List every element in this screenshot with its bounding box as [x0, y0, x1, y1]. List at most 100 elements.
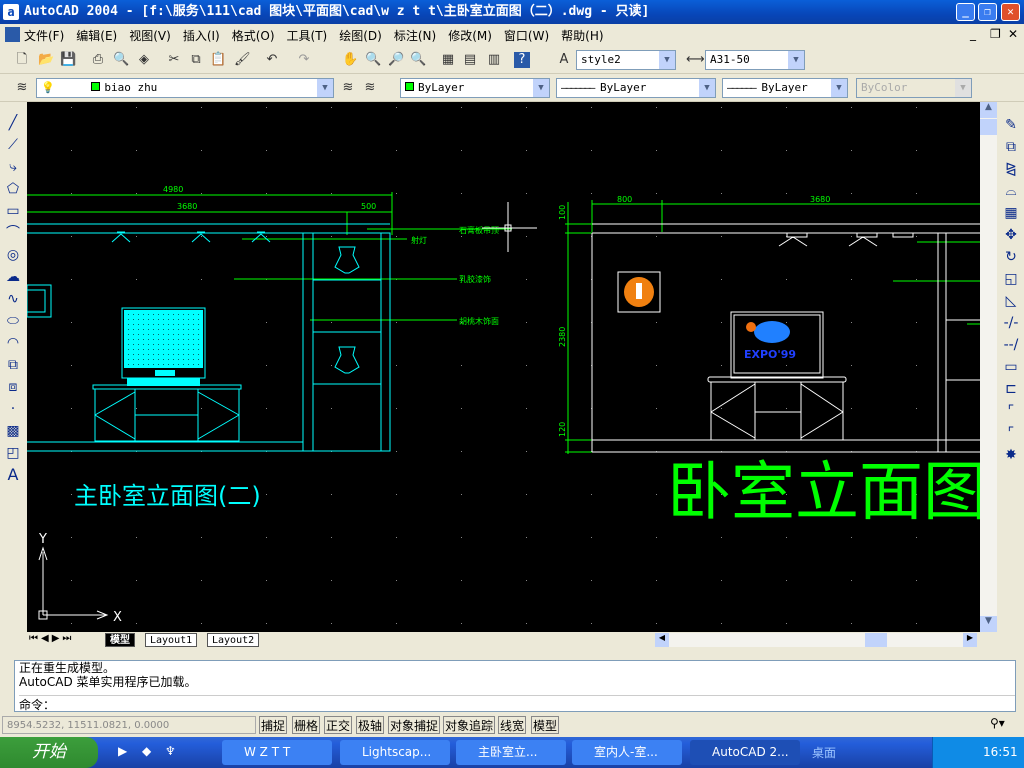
- model-toggle[interactable]: 模型: [531, 716, 560, 734]
- arc-icon[interactable]: ⌒: [4, 224, 22, 242]
- tab-layout2[interactable]: Layout2: [207, 633, 260, 647]
- menu-dimension[interactable]: 标注(N): [394, 27, 436, 44]
- grid-toggle[interactable]: 栅格: [292, 716, 321, 734]
- task-lightscape[interactable]: Lightscap...: [340, 740, 450, 765]
- hatch-icon[interactable]: ▩: [4, 422, 22, 440]
- polyline-icon[interactable]: ⤷: [4, 158, 22, 176]
- fillet-icon[interactable]: ⌜: [1002, 424, 1020, 442]
- chevron-down-icon[interactable]: ▼: [831, 79, 847, 97]
- point-icon[interactable]: ·: [4, 400, 22, 418]
- layer-select[interactable]: 💡 biao zhu ▼: [36, 78, 334, 98]
- task-image-viewer[interactable]: 主卧室立...: [456, 740, 566, 765]
- preview-icon[interactable]: 🔍: [113, 52, 129, 68]
- scroll-left-icon[interactable]: ◀: [655, 633, 669, 647]
- scroll-up-icon[interactable]: ▲: [980, 102, 997, 118]
- array-icon[interactable]: ▦: [1002, 204, 1020, 222]
- design-center-icon[interactable]: ▤: [462, 52, 478, 68]
- offset-icon[interactable]: ⌓: [1002, 182, 1020, 200]
- quicklaunch-icon[interactable]: ♆: [165, 744, 176, 758]
- command-window[interactable]: 正在重生成模型。 AutoCAD 菜单实用程序已加载。 命令：: [14, 660, 1016, 712]
- horizontal-scroll-thumb[interactable]: [865, 633, 887, 647]
- rotate-icon[interactable]: ↻: [1002, 248, 1020, 266]
- line-icon[interactable]: ╱: [4, 114, 22, 132]
- start-button[interactable]: 开始: [0, 737, 98, 768]
- desktop-toolbar[interactable]: 桌面: [812, 744, 836, 761]
- quicklaunch-icon[interactable]: ◆: [142, 744, 151, 758]
- menu-tools[interactable]: 工具(T): [287, 27, 328, 44]
- menu-edit[interactable]: 编辑(E): [76, 27, 117, 44]
- layer-previous-icon[interactable]: ≋: [362, 80, 378, 96]
- document-icon[interactable]: [5, 27, 20, 42]
- vertical-scroll-thumb[interactable]: [980, 119, 997, 135]
- menu-file[interactable]: 文件(F): [24, 27, 64, 44]
- save-icon[interactable]: 💾: [60, 52, 76, 68]
- revision-cloud-icon[interactable]: ☁: [4, 268, 22, 286]
- communication-center-icon[interactable]: ⚲▾: [990, 716, 1005, 730]
- task-browser[interactable]: 室内人-室...: [572, 740, 682, 765]
- move-icon[interactable]: ✥: [1002, 226, 1020, 244]
- minimize-button[interactable]: _: [956, 3, 975, 21]
- restore-button[interactable]: ❐: [978, 3, 997, 21]
- insert-block-icon[interactable]: ⧉: [4, 356, 22, 374]
- menu-modify[interactable]: 修改(M): [448, 27, 492, 44]
- chevron-down-icon[interactable]: ▼: [788, 51, 804, 69]
- menu-draw[interactable]: 绘图(D): [339, 27, 382, 44]
- text-style-select[interactable]: style2 ▼: [576, 50, 676, 70]
- explode-icon[interactable]: ✸: [1002, 446, 1020, 464]
- paste-icon[interactable]: 📋: [210, 52, 226, 68]
- zoom-realtime-icon[interactable]: 🔍: [365, 52, 381, 68]
- clock[interactable]: 16:51: [983, 745, 1018, 759]
- ortho-toggle[interactable]: 正交: [324, 716, 353, 734]
- copy-object-icon[interactable]: ⧉: [1002, 138, 1020, 156]
- scale-icon[interactable]: ◱: [1002, 270, 1020, 288]
- drawing-canvas[interactable]: 4980 3680 500 石膏板吊顶 射灯 乳胶漆饰 胡桃木饰面 主卧室立面图…: [27, 102, 980, 632]
- multiline-text-icon[interactable]: A: [4, 466, 22, 484]
- tool-palettes-icon[interactable]: ▥: [486, 52, 502, 68]
- scroll-right-icon[interactable]: ▶: [963, 633, 977, 647]
- trim-icon[interactable]: -/-: [1002, 314, 1020, 332]
- snap-toggle[interactable]: 捕捉: [259, 716, 288, 734]
- zoom-previous-icon[interactable]: 🔍: [410, 52, 426, 68]
- chamfer-icon[interactable]: ⌜: [1002, 402, 1020, 420]
- chevron-down-icon[interactable]: ▼: [699, 79, 715, 97]
- extend-icon[interactable]: --/: [1002, 336, 1020, 354]
- menu-help[interactable]: 帮助(H): [561, 27, 603, 44]
- break-icon[interactable]: ▭: [1002, 358, 1020, 376]
- doc-close-icon[interactable]: ✕: [1008, 27, 1018, 41]
- circle-icon[interactable]: ◎: [4, 246, 22, 264]
- color-select[interactable]: ByLayer ▼: [400, 78, 550, 98]
- cut-icon[interactable]: ✂: [166, 52, 182, 68]
- spline-icon[interactable]: ∿: [4, 290, 22, 308]
- make-block-icon[interactable]: ⧈: [4, 378, 22, 396]
- scroll-down-icon[interactable]: ▼: [980, 616, 997, 632]
- media-player-icon[interactable]: ▶: [118, 744, 127, 758]
- doc-restore-icon[interactable]: ❐: [990, 27, 1001, 41]
- match-properties-icon[interactable]: 🖌: [234, 52, 251, 68]
- lineweight-select[interactable]: —————— ByLayer ▼: [722, 78, 848, 98]
- chevron-down-icon[interactable]: ▼: [659, 51, 675, 69]
- menu-view[interactable]: 视图(V): [129, 27, 171, 44]
- join-icon[interactable]: ⊏: [1002, 380, 1020, 398]
- chevron-down-icon[interactable]: ▼: [317, 79, 333, 97]
- properties-icon[interactable]: ▦: [440, 52, 456, 68]
- otrack-toggle[interactable]: 对象追踪: [443, 716, 496, 734]
- zoom-window-icon[interactable]: 🔎: [388, 52, 404, 68]
- command-prompt[interactable]: 命令：: [19, 695, 1015, 712]
- lineweight-toggle[interactable]: 线宽: [498, 716, 527, 734]
- task-autocad[interactable]: AutoCAD 2...: [690, 740, 800, 765]
- open-icon[interactable]: 📂: [38, 52, 54, 68]
- vertical-scrollbar[interactable]: ▲ ▼: [980, 102, 997, 632]
- polar-toggle[interactable]: 极轴: [356, 716, 385, 734]
- linetype-select[interactable]: ——————— ByLayer ▼: [556, 78, 716, 98]
- autocad-app-icon[interactable]: a: [3, 4, 19, 20]
- rectangle-icon[interactable]: ▭: [4, 202, 22, 220]
- tab-layout1[interactable]: Layout1: [145, 633, 198, 647]
- construction-line-icon[interactable]: ⟋: [4, 136, 22, 154]
- tab-model[interactable]: 模型: [105, 633, 135, 647]
- close-button[interactable]: ✕: [1001, 3, 1020, 21]
- make-layer-current-icon[interactable]: ≋: [340, 80, 356, 96]
- region-icon[interactable]: ◰: [4, 444, 22, 462]
- ellipse-icon[interactable]: ⬭: [4, 312, 22, 330]
- chevron-down-icon[interactable]: ▼: [955, 79, 971, 97]
- mirror-icon[interactable]: ⧎: [1002, 160, 1020, 178]
